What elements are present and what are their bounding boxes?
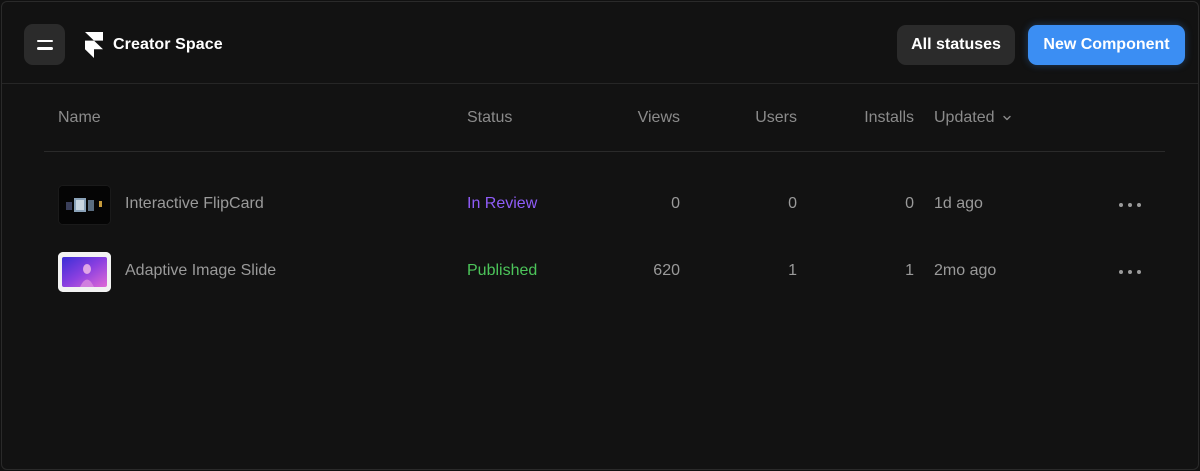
installs-count: 0: [905, 195, 914, 212]
flipcard-preview-image: [59, 186, 110, 224]
updated-time: 2mo ago: [934, 262, 997, 279]
brand[interactable]: Creator Space: [84, 32, 223, 58]
top-bar: Creator Space All statuses New Component: [2, 2, 1198, 84]
more-horizontal-icon[interactable]: [1119, 267, 1141, 277]
table-row[interactable]: Interactive FlipCard In Review 0 0 0 1d …: [44, 181, 1165, 229]
views-count: 0: [671, 195, 680, 212]
component-name[interactable]: Adaptive Image Slide: [125, 262, 276, 280]
component-thumbnail: [58, 252, 111, 292]
status-filter-button[interactable]: All statuses: [897, 25, 1015, 65]
app-name: Creator Space: [113, 36, 223, 53]
column-header-users[interactable]: Users: [720, 109, 797, 127]
menu-icon: [36, 39, 53, 51]
column-header-name[interactable]: Name: [58, 109, 101, 127]
column-header-views[interactable]: Views: [603, 109, 680, 127]
column-header-status[interactable]: Status: [467, 109, 512, 127]
menu-button[interactable]: [24, 24, 65, 65]
column-header-installs[interactable]: Installs: [837, 109, 914, 127]
table-row[interactable]: Adaptive Image Slide Published 620 1 1 2…: [44, 248, 1165, 296]
app-window: Creator Space All statuses New Component…: [1, 1, 1199, 470]
column-header-updated[interactable]: Updated: [934, 109, 1012, 127]
users-count: 1: [788, 262, 797, 279]
component-name[interactable]: Interactive FlipCard: [125, 195, 264, 213]
updated-time: 1d ago: [934, 195, 983, 212]
chevron-down-icon: [1002, 115, 1011, 121]
framer-logo: [85, 32, 103, 58]
column-header-updated-label: Updated: [934, 109, 995, 126]
component-thumbnail: [58, 185, 111, 225]
new-component-button[interactable]: New Component: [1028, 25, 1185, 65]
table-header: Name Status Views Users Installs Updated: [44, 84, 1165, 152]
status-badge: Published: [467, 262, 538, 279]
image-slide-preview-image: [58, 252, 111, 292]
installs-count: 1: [905, 262, 914, 279]
more-horizontal-icon[interactable]: [1119, 200, 1141, 210]
status-badge: In Review: [467, 195, 538, 212]
users-count: 0: [788, 195, 797, 212]
views-count: 620: [653, 262, 680, 279]
